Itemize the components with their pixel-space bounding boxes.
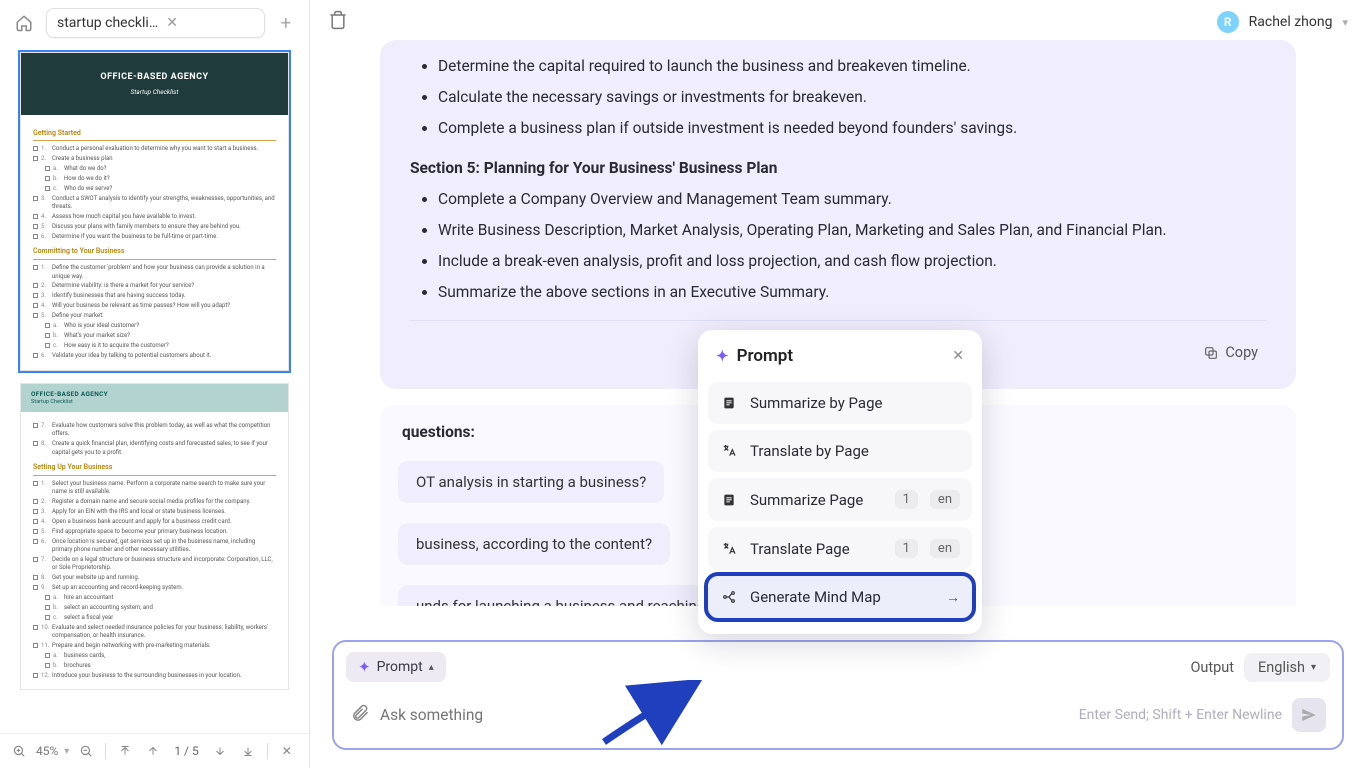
lang-badge: en xyxy=(930,490,960,509)
document-icon xyxy=(720,394,738,412)
tab-bar: startup checkli… ✕ + xyxy=(0,0,309,46)
page-thumbnail-2[interactable]: OFFICE-BASED AGENCY Startup Checklist 7.… xyxy=(20,383,289,691)
lang-badge: en xyxy=(930,539,960,558)
callout-arrow-icon xyxy=(596,680,706,750)
translate-icon xyxy=(720,540,738,558)
chevron-up-icon: ▴ xyxy=(429,662,434,673)
right-panel: R Rachel zhong ▾ Determine the capital r… xyxy=(310,0,1366,768)
translate-icon xyxy=(720,442,738,460)
prompt-chip-button[interactable]: ✦ Prompt ▴ xyxy=(346,652,446,682)
thumb-section-heading: Committing to Your Business xyxy=(33,247,276,260)
bullet-item: Complete a business plan if outside inve… xyxy=(438,116,1266,141)
prompt-option-translate-by-page[interactable]: Translate by Page xyxy=(708,430,972,472)
page-badge: 1 xyxy=(895,490,918,509)
thumbnail-strip[interactable]: OFFICE-BASED AGENCY Startup Checklist Ge… xyxy=(0,46,309,733)
last-page-button[interactable] xyxy=(237,740,259,762)
thumb-list-1: 1.Conduct a personal evaluation to deter… xyxy=(33,145,276,241)
thumb-hero-title: OFFICE-BASED AGENCY xyxy=(29,71,280,84)
output-language-select[interactable]: English ▾ xyxy=(1244,653,1330,682)
prompt-option-translate-page[interactable]: Translate Page 1 en xyxy=(708,527,972,570)
bullet-item: Calculate the necessary savings or inves… xyxy=(438,85,1266,110)
bullet-item: Summarize the above sections in an Execu… xyxy=(438,280,1266,305)
tab-title: startup checkli… xyxy=(57,15,158,31)
chat-input[interactable] xyxy=(380,706,1069,724)
prev-page-button[interactable] xyxy=(142,740,164,762)
delete-button[interactable] xyxy=(328,10,348,34)
send-button[interactable] xyxy=(1292,698,1326,732)
prompt-popover: ✦ Prompt ✕ Summarize by Page Translate b… xyxy=(698,330,982,634)
sparkle-icon: ✦ xyxy=(358,658,371,676)
document-tab[interactable]: startup checkli… ✕ xyxy=(46,8,265,38)
left-panel: startup checkli… ✕ + OFFICE-BASED AGENCY… xyxy=(0,0,310,768)
thumb-section-heading: Getting Started xyxy=(33,129,276,142)
avatar: R xyxy=(1217,11,1239,33)
popover-title: Prompt xyxy=(737,346,793,366)
document-icon xyxy=(720,491,738,509)
input-hint: Enter Send; Shift + Enter Newline xyxy=(1079,707,1282,723)
close-tab-button[interactable]: ✕ xyxy=(166,15,178,31)
zoom-in-button[interactable] xyxy=(8,740,30,762)
popover-close-button[interactable]: ✕ xyxy=(952,348,964,364)
thumb-section-heading: Setting Up Your Business xyxy=(33,463,276,476)
attach-button[interactable] xyxy=(350,703,370,727)
copy-icon xyxy=(1203,345,1219,361)
bullet-item: Complete a Company Overview and Manageme… xyxy=(438,187,1266,212)
section-heading: Section 5: Planning for Your Business' B… xyxy=(410,156,1266,181)
trash-icon xyxy=(328,10,348,30)
thumb-list-2: 1.Define the customer 'problem' and how … xyxy=(33,264,276,360)
copy-button[interactable]: Copy xyxy=(1203,341,1258,364)
home-button[interactable] xyxy=(10,9,38,37)
output-label: Output xyxy=(1190,659,1234,676)
chevron-down-icon: ▾ xyxy=(1342,16,1348,29)
suggested-question[interactable]: OT analysis in starting a business? xyxy=(398,461,664,503)
first-page-button[interactable] xyxy=(114,740,136,762)
user-name: Rachel zhong xyxy=(1249,14,1333,30)
chat-input-container: ✦ Prompt ▴ Output English ▾ Enter Send; … xyxy=(332,640,1344,750)
zoom-level: 45% xyxy=(36,744,58,758)
bullet-item: Write Business Description, Market Analy… xyxy=(438,218,1266,243)
send-icon xyxy=(1300,706,1318,724)
zoom-bar: 45% ▾ 1 / 5 ✕ xyxy=(0,733,309,768)
sparkle-icon: ✦ xyxy=(716,347,729,365)
top-bar: R Rachel zhong ▾ xyxy=(310,0,1366,40)
suggested-question[interactable]: business, according to the content? xyxy=(398,523,670,565)
user-menu[interactable]: R Rachel zhong ▾ xyxy=(1217,11,1348,33)
home-icon xyxy=(15,14,33,32)
mindmap-icon xyxy=(720,588,738,606)
new-tab-button[interactable]: + xyxy=(273,9,299,38)
chevron-down-icon: ▾ xyxy=(1311,662,1316,673)
thumb-hero: OFFICE-BASED AGENCY Startup Checklist xyxy=(21,53,288,115)
bullet-item: Include a break-even analysis, profit an… xyxy=(438,249,1266,274)
prompt-option-summarize-page[interactable]: Summarize Page 1 en xyxy=(708,478,972,521)
close-panel-button[interactable]: ✕ xyxy=(276,740,298,762)
next-page-button[interactable] xyxy=(209,740,231,762)
bullet-item: Determine the capital required to launch… xyxy=(438,54,1266,79)
page-badge: 1 xyxy=(895,539,918,558)
page-indicator: 1 / 5 xyxy=(170,744,202,758)
prompt-option-summarize-by-page[interactable]: Summarize by Page xyxy=(708,382,972,424)
thumb-hero-subtitle: Startup Checklist xyxy=(29,88,280,97)
arrow-right-icon: → xyxy=(946,589,960,606)
zoom-out-button[interactable] xyxy=(75,740,97,762)
page-thumbnail-1[interactable]: OFFICE-BASED AGENCY Startup Checklist Ge… xyxy=(20,52,289,371)
thumb-header: OFFICE-BASED AGENCY Startup Checklist xyxy=(21,384,288,413)
paperclip-icon xyxy=(350,703,370,723)
prompt-option-generate-mind-map[interactable]: Generate Mind Map → xyxy=(708,576,972,618)
